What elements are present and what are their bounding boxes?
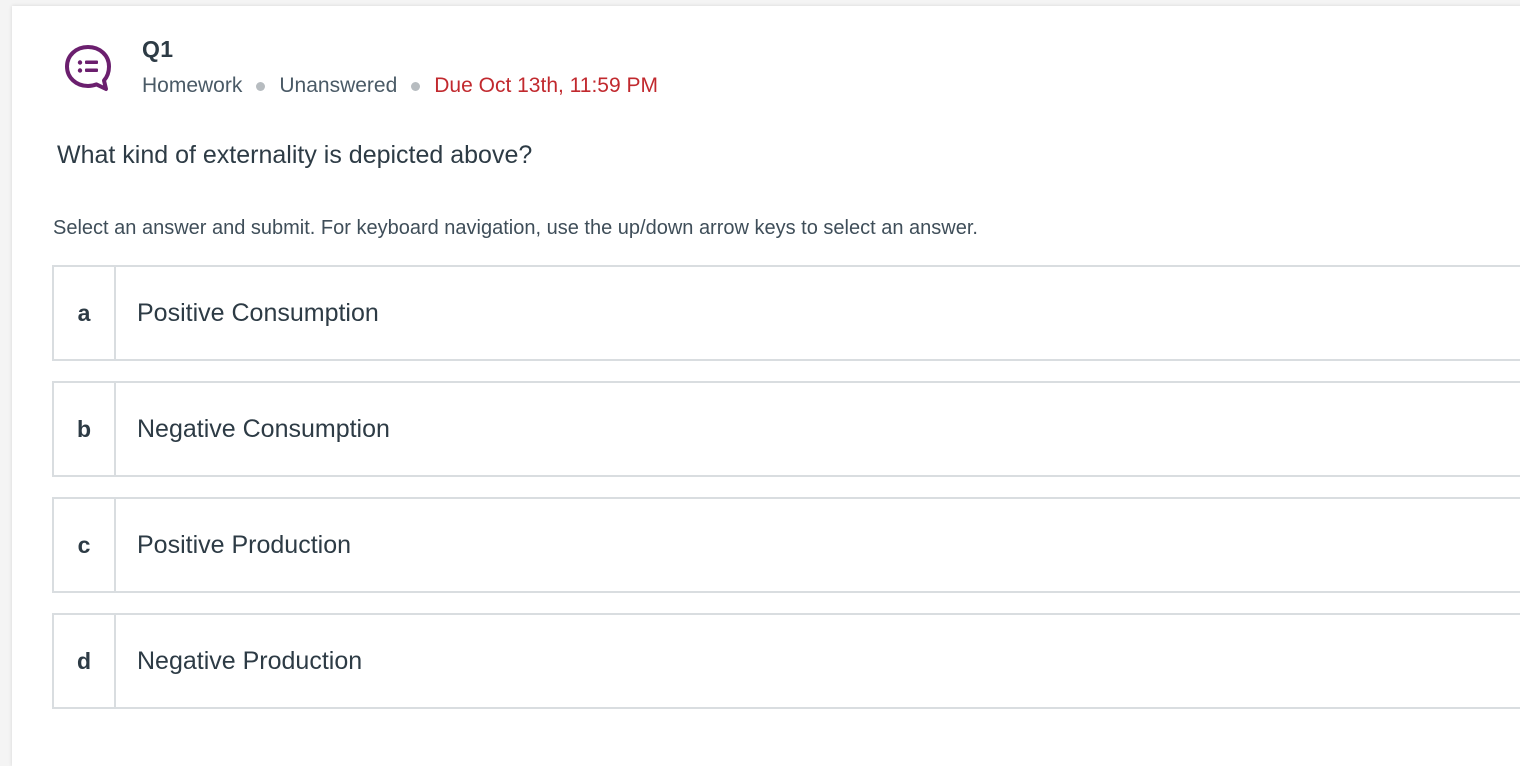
question-title: Q1 bbox=[142, 36, 174, 62]
question-type: Homework bbox=[142, 74, 243, 97]
question-status: Unanswered bbox=[279, 74, 398, 97]
answer-option-c[interactable]: c Positive Production bbox=[52, 497, 1520, 593]
answer-letter: c bbox=[54, 499, 116, 591]
answer-text: Negative Production bbox=[137, 646, 363, 675]
answer-option-b[interactable]: b Negative Consumption bbox=[52, 381, 1520, 477]
answer-option-a[interactable]: a Positive Consumption bbox=[52, 265, 1520, 361]
answer-text: Positive Consumption bbox=[137, 298, 379, 327]
question-icon bbox=[64, 44, 112, 94]
answer-text: Positive Production bbox=[137, 530, 352, 559]
due-date: Due Oct 13th, 11:59 PM bbox=[434, 74, 658, 97]
question-prompt: What kind of externality is depicted abo… bbox=[57, 141, 533, 169]
separator-dot bbox=[256, 81, 266, 91]
answer-option-d[interactable]: d Negative Production bbox=[52, 613, 1520, 709]
answer-letter: b bbox=[54, 383, 116, 475]
answer-letter: a bbox=[54, 267, 116, 359]
answer-letter: d bbox=[54, 615, 116, 707]
answer-instructions: Select an answer and submit. For keyboar… bbox=[53, 217, 978, 239]
question-meta: Homework Unanswered Due Oct 13th, 11:59 … bbox=[142, 74, 658, 98]
separator-dot bbox=[411, 81, 421, 91]
answer-list: a Positive Consumption b Negative Consum… bbox=[52, 265, 1520, 729]
answer-text: Negative Consumption bbox=[137, 414, 390, 443]
